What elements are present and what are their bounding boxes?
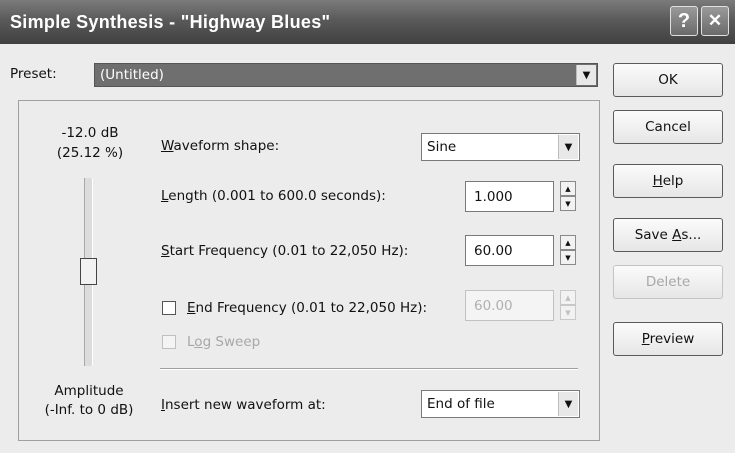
help-rest: elp — [662, 173, 684, 189]
preset-label: Preset: — [10, 66, 57, 82]
ok-button-label: OK — [658, 72, 678, 88]
end-frequency-input[interactable]: 60.00 — [465, 290, 554, 321]
preset-value: (Untitled) — [100, 67, 164, 83]
simple-synthesis-dialog: Simple Synthesis - "Highway Blues" ? ✕ P… — [0, 0, 735, 453]
start-frequency-label: Start Frequency (0.01 to 22,050 Hz): — [161, 243, 408, 259]
spin-up-icon[interactable]: ▲ — [560, 235, 576, 250]
insert-rest: nsert new waveform at: — [164, 397, 326, 413]
amplitude-range: (-Inf. to 0 dB) — [44, 402, 134, 418]
amplitude-db-value: -12.0 dB — [61, 125, 119, 141]
log-sweep-checkbox[interactable] — [162, 335, 176, 349]
start-frequency-spinner[interactable]: ▲ ▼ — [560, 235, 576, 265]
save-as-rest: s... — [681, 227, 702, 243]
waveform-shape-value: Sine — [427, 139, 457, 155]
end-frequency-label: End Frequency (0.01 to 22,050 Hz): — [187, 300, 427, 316]
length-spinner[interactable]: ▲ ▼ — [560, 181, 576, 211]
delete-button[interactable]: Delete — [613, 265, 723, 299]
length-input[interactable]: 1.000 — [465, 181, 554, 212]
end-frequency-spinner[interactable]: ▲ ▼ — [560, 290, 576, 320]
start-frequency-value: 60.00 — [474, 242, 513, 259]
save-as-accel: A — [672, 227, 682, 243]
save-as-button-label: Save As... — [635, 227, 702, 243]
context-help-button[interactable]: ? — [670, 6, 698, 36]
spin-down-icon[interactable]: ▼ — [560, 196, 576, 211]
start-freq-rest: tart Frequency (0.01 to 22,050 Hz): — [169, 243, 409, 259]
help-button[interactable]: Help — [613, 164, 723, 198]
preview-button-label: Preview — [642, 331, 695, 347]
amplitude-percent-value: (25.12 %) — [56, 145, 124, 161]
help-accel: H — [652, 173, 663, 189]
cancel-button-label: Cancel — [645, 119, 691, 135]
amplitude-label-text: Amplitude — [54, 383, 124, 399]
save-as-button[interactable]: Save As... — [613, 218, 723, 252]
help-button-label: Help — [653, 173, 684, 189]
spin-down-icon[interactable]: ▼ — [560, 250, 576, 265]
end-freq-accel: E — [187, 300, 196, 316]
length-rest: ength (0.001 to 600.0 seconds): — [168, 188, 386, 204]
end-frequency-checkbox[interactable] — [162, 301, 176, 315]
amplitude-slider-thumb[interactable] — [80, 258, 97, 285]
waveform-shape-label: Waveform shape: — [161, 138, 279, 154]
ok-button[interactable]: OK — [613, 63, 723, 97]
divider — [160, 368, 578, 370]
chevron-down-icon[interactable]: ▼ — [558, 392, 578, 416]
end-freq-rest: nd Frequency (0.01 to 22,050 Hz): — [195, 300, 428, 316]
insert-at-dropdown[interactable]: End of file ▼ — [421, 390, 580, 418]
preset-dropdown[interactable]: (Untitled) ▼ — [94, 63, 598, 87]
preview-rest: review — [649, 331, 695, 347]
waveform-rest: aveform shape: — [173, 138, 280, 154]
length-label: Length (0.001 to 600.0 seconds): — [161, 188, 386, 204]
delete-button-label: Delete — [645, 274, 691, 290]
waveform-accel: W — [161, 138, 174, 154]
insert-at-value: End of file — [427, 396, 495, 412]
waveform-shape-dropdown[interactable]: Sine ▼ — [421, 133, 580, 161]
start-freq-accel: S — [161, 243, 170, 259]
spin-up-icon[interactable]: ▲ — [560, 181, 576, 196]
end-frequency-value: 60.00 — [474, 297, 513, 314]
insert-at-label: Insert new waveform at: — [161, 397, 326, 413]
title-bar[interactable]: Simple Synthesis - "Highway Blues" ? ✕ — [0, 0, 735, 44]
save-as-pre: Save — [634, 227, 673, 243]
start-frequency-input[interactable]: 60.00 — [465, 235, 554, 266]
close-button[interactable]: ✕ — [701, 6, 729, 36]
cancel-button[interactable]: Cancel — [613, 110, 723, 144]
spin-up-icon[interactable]: ▲ — [560, 290, 576, 305]
log-sweep-accel: o — [194, 334, 203, 350]
log-sweep-rest: g Sweep — [202, 334, 261, 350]
chevron-down-icon[interactable]: ▼ — [576, 65, 596, 85]
preview-accel: P — [641, 331, 650, 347]
window-title: Simple Synthesis - "Highway Blues" — [10, 12, 331, 32]
preview-button[interactable]: Preview — [613, 322, 723, 356]
log-sweep-label: Log Sweep — [187, 334, 260, 350]
spin-down-icon[interactable]: ▼ — [560, 305, 576, 320]
length-value: 1.000 — [474, 188, 513, 205]
close-icon: ✕ — [707, 11, 723, 30]
chevron-down-icon[interactable]: ▼ — [558, 135, 578, 159]
amplitude-label: Amplitude — [30, 383, 148, 399]
help-glyph: ? — [677, 10, 691, 32]
